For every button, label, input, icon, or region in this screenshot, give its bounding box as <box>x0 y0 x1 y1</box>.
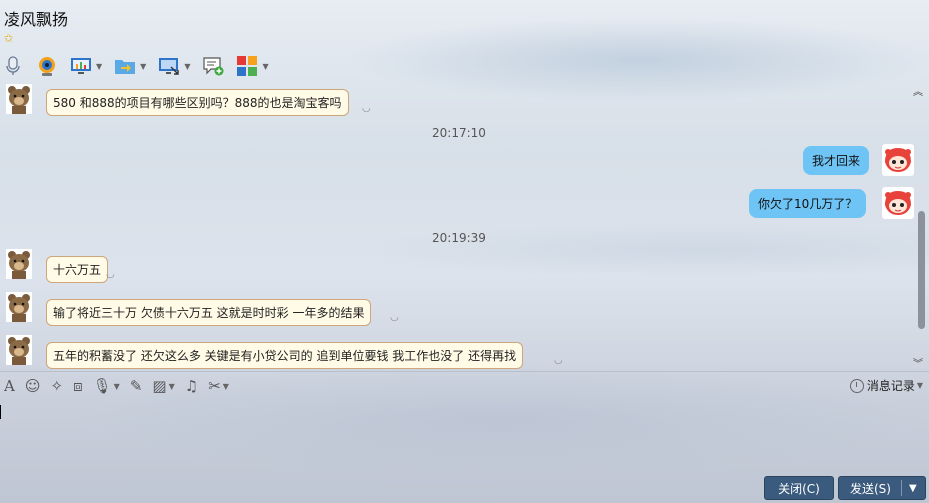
close-button-label: 关闭(C) <box>778 481 820 496</box>
music-icon[interactable]: ♫ <box>185 377 198 395</box>
microphone-icon <box>6 56 20 75</box>
window-title: 凌风飘扬 <box>4 10 69 29</box>
send-button[interactable]: 发送(S) ▼ <box>838 476 926 500</box>
file-transfer-button[interactable]: ▼ <box>114 55 146 77</box>
screen-share-button[interactable]: ▼ <box>70 55 102 77</box>
bubble-decoration-icon: ◡ <box>106 269 115 280</box>
star-icon: ✩ <box>4 32 14 45</box>
remote-desktop-icon <box>159 58 180 75</box>
chevron-down-icon[interactable]: ▼ <box>262 62 268 71</box>
close-button[interactable]: 关闭(C) <box>764 476 834 500</box>
scroll-down-icon[interactable]: ︾ <box>913 355 923 370</box>
voice-icon[interactable]: 🎙 ▼ <box>93 377 120 395</box>
voice-call-button[interactable] <box>2 55 24 77</box>
message-input[interactable] <box>0 398 929 470</box>
emoji-icon[interactable]: ☺ <box>25 377 41 395</box>
message-bubble[interactable]: 你欠了10几万了？ <box>749 189 867 218</box>
clock-icon <box>849 378 864 393</box>
contact-avatar[interactable] <box>6 249 32 279</box>
input-toolbar: A ☺ ✧ ⧈ 🎙 ▼ ✎ ▨ ▼ ♫ ✂ ▼ <box>0 375 929 397</box>
bubble-decoration-icon: ◡ <box>554 355 563 366</box>
message-bubble[interactable]: 我才回来 <box>803 146 870 175</box>
chevron-down-icon[interactable]: ▼ <box>223 382 229 391</box>
timestamp: 20:17:10 <box>432 126 486 140</box>
my-avatar[interactable] <box>882 144 914 176</box>
chat-toolbar: ▼ ▼ ▼ ▼ <box>0 52 929 80</box>
message-text: 输了将近三十万 欠债十六万五 这就是时时彩 一年多的结果 <box>53 306 365 320</box>
apps-button[interactable]: ▼ <box>236 55 269 77</box>
contact-avatar[interactable] <box>6 84 32 114</box>
message-history-label: 消息记录 <box>866 379 915 393</box>
message-bubble[interactable]: 五年的积蓄没了 还欠这么多 关键是有小贷公司的 追到单位要钱 我工作也没了 还得… <box>46 342 524 369</box>
my-avatar[interactable] <box>882 187 914 219</box>
scrollbar-thumb[interactable] <box>918 211 925 329</box>
send-button-label: 发送(S) <box>850 481 891 496</box>
message-bubble[interactable]: 580 和888的项目有哪些区别吗？888的也是淘宝客吗 <box>46 89 349 116</box>
magic-icon[interactable]: ✧ <box>50 377 63 395</box>
scissors-icon[interactable]: ✂ ▼ <box>208 377 229 395</box>
contact-avatar[interactable] <box>6 335 32 365</box>
chevron-down-icon[interactable]: ▼ <box>169 382 175 391</box>
bubble-decoration-icon: ◡ <box>362 103 371 114</box>
chevron-down-icon[interactable]: ▼ <box>184 62 190 71</box>
message-text: 你欠了10几万了？ <box>758 197 858 211</box>
bubble-decoration-icon: ◡ <box>390 312 399 323</box>
contact-avatar[interactable] <box>6 292 32 322</box>
image-icon[interactable]: ▨ ▼ <box>152 377 174 395</box>
message-bubble[interactable]: 输了将近三十万 欠债十六万五 这就是时时彩 一年多的结果 <box>46 299 372 326</box>
font-icon[interactable]: A <box>4 377 15 395</box>
message-text: 我才回来 <box>812 154 861 168</box>
message-text: 十六万五 <box>53 263 102 277</box>
chevron-down-icon[interactable]: ▼ <box>114 382 120 391</box>
shake-icon[interactable]: ⧈ <box>73 377 83 395</box>
remote-desktop-button[interactable]: ▼ <box>158 55 190 77</box>
new-discussion-button[interactable] <box>202 55 224 77</box>
send-options-chevron-icon[interactable]: ▼ <box>909 483 917 494</box>
file-transfer-icon <box>115 60 136 74</box>
message-bubble[interactable]: 十六万五 <box>46 256 109 283</box>
message-text: 五年的积蓄没了 还欠这么多 关键是有小贷公司的 追到单位要钱 我工作也没了 还得… <box>53 349 517 363</box>
add-chat-icon <box>203 57 224 76</box>
button-separator <box>901 480 902 496</box>
edit-icon[interactable]: ✎ <box>130 377 143 395</box>
message-history-button[interactable]: 消息记录 ▼ <box>849 377 923 394</box>
screen-share-icon <box>71 58 91 74</box>
message-text: 580 和888的项目有哪些区别吗？888的也是淘宝客吗 <box>53 96 342 110</box>
apps-icon <box>237 56 258 76</box>
timestamp: 20:19:39 <box>432 231 486 245</box>
scroll-up-icon[interactable]: ︽ <box>913 83 923 98</box>
chevron-down-icon[interactable]: ▼ <box>96 62 102 71</box>
webcam-icon <box>39 57 55 76</box>
chevron-down-icon[interactable]: ▼ <box>140 62 146 71</box>
divider <box>0 371 929 372</box>
chevron-down-icon: ▼ <box>916 381 923 390</box>
video-call-button[interactable] <box>36 55 58 77</box>
chat-history[interactable]: 580 和888的项目有哪些区别吗？888的也是淘宝客吗 ◡ 20:17:10 … <box>0 81 929 371</box>
